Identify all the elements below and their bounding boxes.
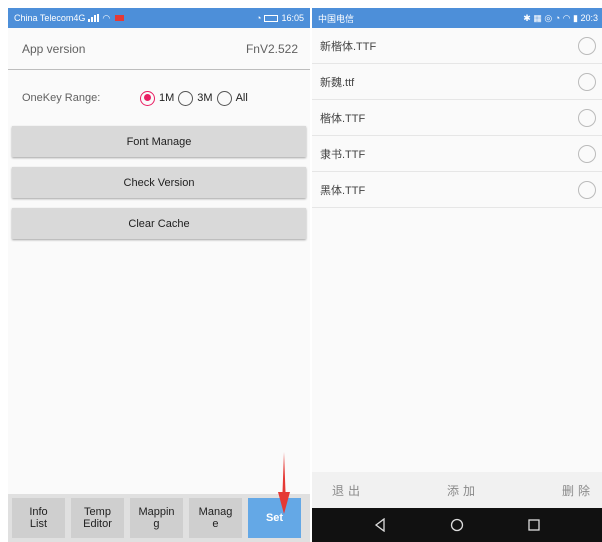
exit-button[interactable]: 退出 [332,482,364,499]
app-version-value: FnV2.522 [245,41,298,56]
font-list-item[interactable]: 新楷体.TTF [312,28,602,64]
font-list-item[interactable]: 隶书.TTF [312,136,602,172]
radio-all-label: All [235,92,248,104]
font-name: 隶书.TTF [320,148,366,161]
font-name: 新魏.ttf [320,76,355,89]
alarm-icon: ◔ [256,13,262,23]
radio-unchecked-icon[interactable] [578,108,596,127]
radio-unchecked-icon[interactable] [578,72,596,91]
font-list-item[interactable]: 新魏.ttf [312,64,602,100]
add-button[interactable]: 添加 [447,482,479,499]
radio-unchecked-icon [216,90,232,106]
tab-temp-editor[interactable]: Temp Editor [71,498,124,538]
wifi-icon: ◠ [102,12,111,23]
carrier-label: China Telecom4G [14,13,86,23]
tab-info-list[interactable]: Info List [12,498,65,538]
radio-3m[interactable]: 3M [178,90,213,106]
onekey-range-row: OneKey Range: 1M 3M All [8,70,310,126]
tab-manage[interactable]: Manag e [189,498,242,538]
tab-mapping[interactable]: Mappin g [130,498,183,538]
status-time: 16:05 [281,13,304,23]
font-name: 新楷体.TTF [320,40,377,53]
radio-checked-icon [140,90,155,106]
radio-unchecked-icon[interactable] [578,36,596,55]
font-list-item[interactable]: 黑体.TTF [312,172,602,208]
signal-icon [88,14,100,22]
radio-unchecked-icon [178,90,194,106]
check-version-button[interactable]: Check Version [12,167,306,198]
font-list-item[interactable]: 楷体.TTF [312,100,602,136]
radio-3m-label: 3M [197,92,213,104]
status-bar: 中国电信 ✱ ▦ ◎ ◔ ◠ ▮ 20:3 [312,8,602,28]
status-icons: ✱ ▦ ◎ ◔ ◠ ▮ [523,12,578,23]
bottom-tab-bar: Info List Temp Editor Mappin g Manag e S… [8,494,310,542]
font-action-bar: 退出 添加 删除 [312,472,602,508]
font-list: 新楷体.TTF 新魏.ttf 楷体.TTF 隶书.TTF 黑体.TTF [312,28,602,208]
app-version-label: App version [22,41,86,56]
recents-icon[interactable] [524,515,544,535]
status-time: 20:3 [580,12,598,23]
android-nav-bar [312,508,602,542]
radio-unchecked-icon[interactable] [578,180,596,199]
font-name: 楷体.TTF [320,112,366,125]
status-bar: China Telecom4G ◠ ◔ 16:05 [8,8,310,28]
font-manage-button[interactable]: Font Manage [12,126,306,157]
app-version-row: App version FnV2.522 [8,28,310,70]
delete-button[interactable]: 删除 [562,482,594,499]
radio-all[interactable]: All [216,90,248,106]
radio-unchecked-icon[interactable] [578,144,596,163]
notification-icon [115,15,125,21]
radio-1m-label: 1M [159,92,175,104]
back-icon[interactable] [370,515,390,535]
battery-icon [264,14,279,22]
onekey-range-label: OneKey Range: [22,92,101,104]
settings-screen: China Telecom4G ◠ ◔ 16:05 App version Fn… [8,8,310,542]
clear-cache-button[interactable]: Clear Cache [12,208,306,239]
red-arrow-icon [278,452,290,514]
home-icon[interactable] [447,515,467,535]
tab-set[interactable]: Set [248,498,301,538]
radio-1m[interactable]: 1M [140,90,175,106]
font-name: 黑体.TTF [320,184,366,197]
font-manage-screen: 中国电信 ✱ ▦ ◎ ◔ ◠ ▮ 20:3 新楷体.TTF 新魏.ttf 楷体.… [312,8,602,542]
carrier-label: 中国电信 [318,13,355,24]
